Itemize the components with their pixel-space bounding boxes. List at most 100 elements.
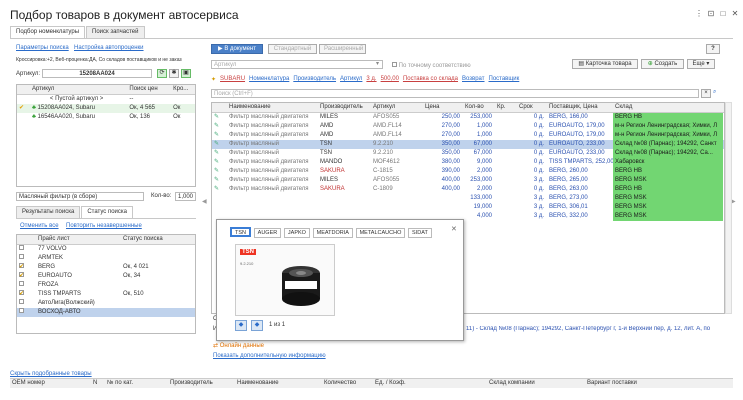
header-qty[interactable]: Кол-во: [463, 103, 495, 112]
price-list-row[interactable]: ARMTEK: [17, 254, 195, 263]
price-list-checkbox[interactable]: [19, 254, 24, 259]
item-card-button[interactable]: ▤ Карточка товара: [572, 59, 638, 69]
goods-row[interactable]: ✎ Фильтр масляный двигателя MILES AFOS055 40…: [212, 176, 724, 185]
price-list-row[interactable]: 77 VOLVO: [17, 245, 195, 254]
tab-nomenclature[interactable]: Подбор номенклатуры: [10, 26, 86, 38]
header-article[interactable]: Артикул: [30, 85, 127, 94]
item-name-field[interactable]: Масляный фильтр (в сборе): [16, 192, 144, 201]
goods-row[interactable]: ✎ Фильтр масляный двигателя AMD AMD.FL14 270…: [212, 131, 724, 140]
header-company-warehouse[interactable]: Склад компании: [487, 379, 585, 388]
add-to-document-button[interactable]: ▶ В документ: [211, 44, 263, 54]
header-n[interactable]: N: [91, 379, 105, 388]
header-supplier-price[interactable]: Поставщик, Цена: [547, 103, 613, 112]
cancel-all-link[interactable]: Отменить все: [20, 223, 59, 229]
article-row[interactable]: < Пустой артикул > --: [17, 95, 195, 104]
filter-term[interactable]: 3 д.: [366, 76, 376, 83]
header-manufacturer[interactable]: Производитель: [168, 379, 235, 388]
search-input[interactable]: Поиск (Ctrl+F): [211, 89, 699, 98]
popup-tab-meatdoria[interactable]: MEATDORIA: [312, 228, 353, 238]
header-manufacturer[interactable]: Производитель: [318, 103, 371, 112]
maximize-icon[interactable]: □: [718, 9, 728, 18]
filter-supplier[interactable]: Поставщик: [489, 76, 520, 83]
filter-nomenclature[interactable]: Номенклатура: [249, 76, 289, 83]
article-row[interactable]: ♣ 16546AA020, Subaru Ок, 136 Ок: [17, 113, 195, 122]
settings-icon[interactable]: ✱: [169, 69, 179, 78]
goods-row[interactable]: ✎ Фильтр масляный двигателя MILES AFOS055 25…: [212, 113, 724, 122]
search-params-link[interactable]: Параметры поиска: [16, 45, 69, 51]
article-row[interactable]: ✔ ♣ 15208AA024, Subaru Ок, 4 565 Ок: [17, 104, 195, 113]
more-button[interactable]: Еще ▾: [687, 59, 715, 69]
goods-row[interactable]: 19,000 3 д. BERG, 306,01 BERG MSK: [212, 203, 724, 212]
refresh-icon[interactable]: ▣: [181, 69, 191, 78]
standard-mode-button[interactable]: Стандартный: [268, 44, 317, 54]
price-list-checkbox[interactable]: [19, 308, 24, 313]
header-term[interactable]: Срок: [517, 103, 547, 112]
qty-input[interactable]: 1,000: [175, 192, 196, 201]
header-quantity[interactable]: Количество: [322, 379, 373, 388]
header-oem[interactable]: OEM номер: [10, 379, 91, 388]
collapse-left-icon[interactable]: ◀: [202, 198, 207, 205]
tab-parts-search[interactable]: Поиск запчастей: [86, 26, 145, 38]
goods-scrollbar[interactable]: [725, 102, 732, 314]
popup-tab-tsn[interactable]: TSN: [230, 227, 251, 237]
dropdown-icon[interactable]: ▾: [376, 60, 379, 67]
popup-tab-sidat[interactable]: SIDAT: [408, 228, 432, 238]
filter-manufacturer[interactable]: Производитель: [293, 76, 336, 83]
goods-row[interactable]: ✎ Фильтр масляный двигателя SAKURA C-1815 39…: [212, 167, 724, 176]
price-list-row[interactable]: ВОСХОД-АВТО: [17, 308, 195, 317]
close-icon[interactable]: ✕: [730, 9, 740, 18]
price-list-row[interactable]: ✔ EUROAUTO Ок, 34: [17, 272, 195, 281]
price-list-row[interactable]: АвтоЛига(Волжский): [17, 299, 195, 308]
header-unit-coef[interactable]: Ед. / Коэф.: [373, 379, 487, 388]
goods-row[interactable]: ✎ Фильтр масляный TSN 9.2.210 350,00 67,000 0 …: [212, 140, 724, 149]
create-button[interactable]: ⊕ Создать: [641, 59, 684, 69]
header-cross[interactable]: Кро...: [171, 85, 195, 94]
header-name[interactable]: Наименование: [227, 103, 318, 112]
exact-match-checkbox[interactable]: [392, 62, 397, 67]
header-delivery-option[interactable]: Вариант поставки: [585, 379, 705, 388]
popup-tab-japko[interactable]: JAPKO: [283, 228, 310, 238]
header-cross[interactable]: Кр.: [495, 103, 517, 112]
popup-prev-icon[interactable]: ◆: [235, 320, 247, 331]
filter-article[interactable]: Артикул: [340, 76, 362, 83]
header-cat-no[interactable]: № по кат.: [105, 379, 168, 388]
filter-warehouse-delivery[interactable]: Поставка со склада: [403, 76, 458, 83]
tab-search-status[interactable]: Статус поиска: [81, 206, 133, 218]
popup-next-icon[interactable]: ◆: [251, 320, 263, 331]
show-more-info-link[interactable]: Показать дополнительную информацию: [213, 353, 326, 359]
filter-price[interactable]: 500,00: [381, 76, 399, 83]
popup-tab-auger[interactable]: AUGER: [253, 228, 282, 238]
header-price-search[interactable]: Поиск цен: [127, 85, 171, 94]
popup-tab-metalcaucho[interactable]: METALCAUCHO: [355, 228, 406, 238]
price-list-row[interactable]: ✔ BERG Ок, 4 021: [17, 263, 195, 272]
restore-icon[interactable]: ⊡: [706, 9, 716, 18]
tab-search-results[interactable]: Результаты поиска: [16, 206, 81, 218]
hide-selected-link[interactable]: Скрыть подобранные товары: [10, 371, 92, 377]
header-price[interactable]: Цена: [423, 103, 463, 112]
auto-pricing-setup-link[interactable]: Настройка автопроценки: [74, 45, 144, 51]
repeat-unfinished-link[interactable]: Повторить незавершенные: [66, 223, 142, 229]
article-filter-input[interactable]: Артикул: [211, 60, 383, 69]
price-list-checkbox[interactable]: [19, 299, 24, 304]
goods-row[interactable]: ✎ Фильтр масляный TSN 9.2.210 350,00 67,000 0 …: [212, 149, 724, 158]
search-icon[interactable]: ⌕: [713, 89, 716, 96]
price-list-row[interactable]: ✔ TISS TMPARTS Ок, 510: [17, 290, 195, 299]
goods-row[interactable]: 133,000 3 д. BERG, 273,00 BERG MSK: [212, 194, 724, 203]
header-warehouse[interactable]: Склад: [613, 103, 723, 112]
more-icon[interactable]: ⋮: [694, 9, 704, 18]
popup-close-icon[interactable]: ✕: [451, 225, 457, 233]
goods-row[interactable]: ✎ Фильтр масляный двигателя MANDO MOF4612 38…: [212, 158, 724, 167]
header-article[interactable]: Артикул: [371, 103, 423, 112]
filter-return[interactable]: Возврат: [462, 76, 485, 83]
extended-mode-button[interactable]: Расширенный: [319, 44, 366, 54]
filter-brand[interactable]: SUBARU: [220, 76, 245, 83]
article-input[interactable]: 15208AA024: [42, 69, 152, 78]
help-button[interactable]: ?: [706, 44, 720, 54]
header-price-list[interactable]: Прайс лист: [36, 235, 121, 244]
search-icon[interactable]: ⟳: [157, 69, 167, 78]
price-list-checkbox[interactable]: [19, 245, 24, 250]
price-list-row[interactable]: FROZA: [17, 281, 195, 290]
search-clear-icon[interactable]: ×: [701, 89, 711, 98]
header-item-name[interactable]: Наименование: [235, 379, 322, 388]
header-search-status[interactable]: Статус поиска: [121, 235, 191, 244]
